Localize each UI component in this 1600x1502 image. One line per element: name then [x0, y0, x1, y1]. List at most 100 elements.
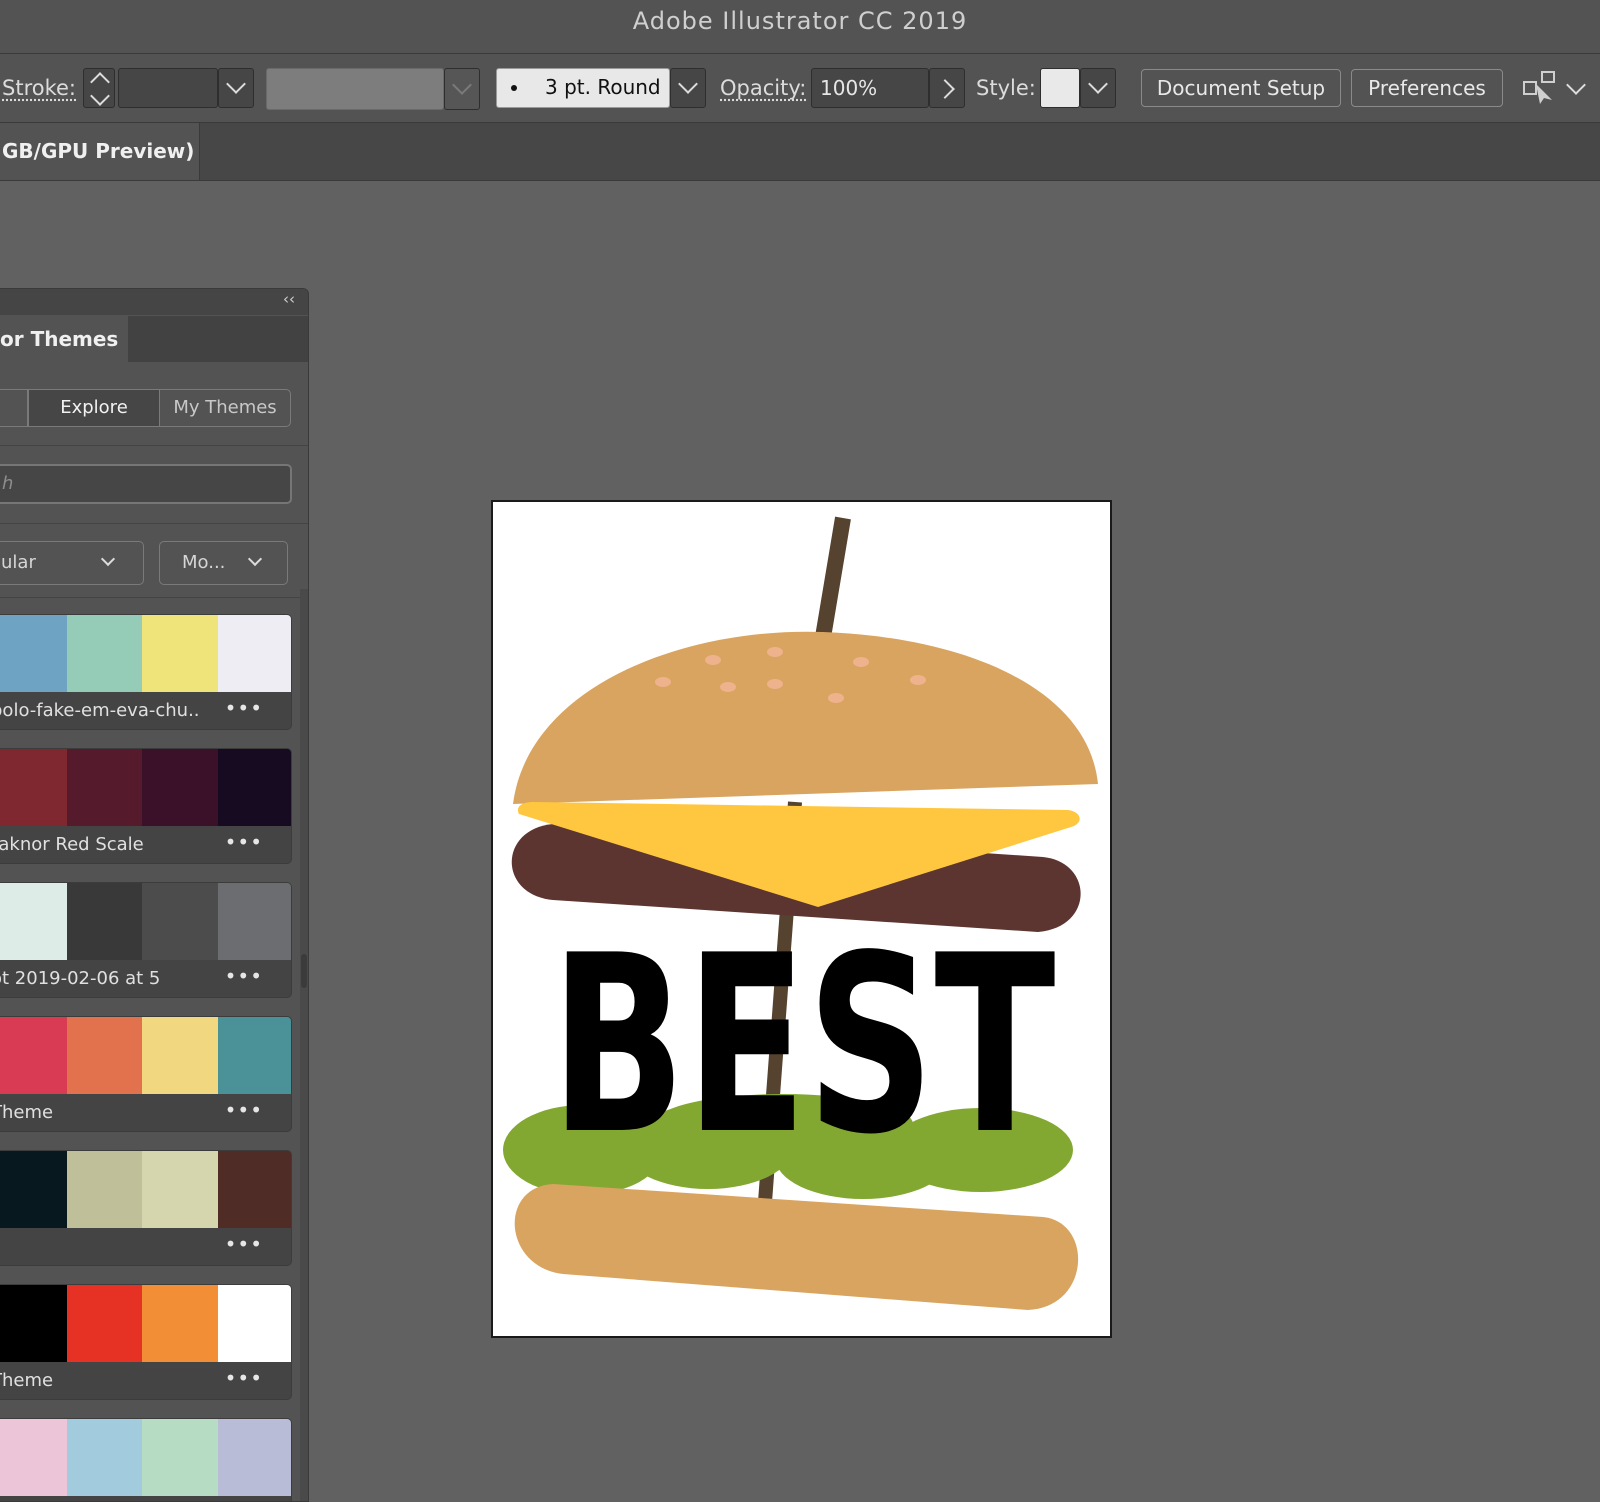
theme-card[interactable]: ot 2019-02-06 at 5 ••• [0, 882, 292, 998]
stroke-label[interactable]: Stroke: [2, 76, 76, 100]
document-tab[interactable]: GB/GPU Preview) [0, 123, 200, 180]
color-swatch[interactable] [66, 1419, 142, 1496]
stroke-width-field[interactable] [118, 68, 218, 108]
preferences-button[interactable]: Preferences [1351, 69, 1503, 107]
artboard[interactable]: BEST [491, 500, 1112, 1338]
color-swatch[interactable] [0, 1419, 67, 1496]
color-themes-panel: ‹‹ or Themes Explore My Themes h ular Mo… [0, 288, 309, 1502]
color-swatch[interactable] [0, 1017, 67, 1094]
more-options-icon[interactable]: ••• [225, 1232, 263, 1256]
theme-card[interactable]: Theme ••• [0, 1284, 292, 1400]
divider [0, 523, 308, 524]
color-swatch[interactable] [217, 615, 291, 692]
theme-card[interactable]: Theme ••• [0, 1016, 292, 1132]
divider [0, 445, 308, 446]
more-options-icon[interactable]: ••• [225, 1366, 263, 1390]
panel-tab-row: or Themes [0, 316, 308, 362]
color-swatch[interactable] [142, 883, 218, 960]
theme-name: Theme [0, 1102, 54, 1123]
theme-card[interactable]: ••• [0, 1418, 292, 1501]
chevron-down-icon [678, 74, 698, 94]
color-swatch[interactable] [0, 1285, 67, 1362]
stroke-stepper[interactable] [83, 68, 115, 108]
segment-explore[interactable]: Explore [28, 389, 160, 427]
theme-card[interactable]: polo-fake-em-eva-chu... ••• [0, 614, 292, 730]
brush-profile-label: 3 pt. Round [545, 75, 661, 99]
time-dropdown[interactable]: Mo... [159, 541, 288, 585]
theme-swatches[interactable] [0, 883, 291, 960]
graphic-style-swatch[interactable] [1040, 68, 1080, 108]
sort-dropdown[interactable]: ular [0, 541, 144, 585]
more-options-icon[interactable]: ••• [225, 830, 263, 854]
theme-name: raknor Red Scale [0, 834, 144, 855]
theme-swatches[interactable] [0, 1151, 291, 1228]
color-swatch[interactable] [217, 1285, 291, 1362]
theme-name: polo-fake-em-eva-chu... [0, 700, 201, 721]
color-swatch[interactable] [0, 749, 67, 826]
color-swatch[interactable] [0, 883, 67, 960]
color-swatch[interactable] [217, 1017, 291, 1094]
variable-width-profile[interactable] [266, 68, 444, 110]
color-swatch[interactable] [0, 1151, 67, 1228]
more-options-icon[interactable]: ••• [225, 696, 263, 720]
color-swatch[interactable] [66, 1285, 142, 1362]
document-setup-button[interactable]: Document Setup [1141, 69, 1341, 107]
theme-card[interactable]: ••• [0, 1150, 292, 1266]
segment-my-themes[interactable]: My Themes [159, 389, 291, 427]
color-swatch[interactable] [142, 1285, 218, 1362]
color-swatch[interactable] [66, 883, 142, 960]
opacity-label[interactable]: Opacity: [720, 76, 806, 100]
color-swatch[interactable] [66, 1017, 142, 1094]
more-options-icon[interactable]: ••• [225, 1098, 263, 1122]
theme-card[interactable]: raknor Red Scale ••• [0, 748, 292, 864]
brush-dropdown[interactable] [670, 68, 706, 108]
chevron-down-icon [452, 75, 472, 95]
color-swatch[interactable] [217, 1419, 291, 1496]
stroke-width-dropdown[interactable] [218, 68, 254, 108]
color-swatch[interactable] [66, 749, 142, 826]
color-swatch[interactable] [217, 749, 291, 826]
scrollbar[interactable] [300, 589, 308, 1501]
document-tab-bar: GB/GPU Preview) [0, 123, 1600, 181]
scrollbar-thumb[interactable] [301, 954, 307, 988]
chevron-right-icon [935, 79, 955, 99]
top-bun[interactable] [513, 631, 1098, 804]
style-dropdown[interactable] [1080, 68, 1116, 108]
bottom-bun[interactable] [514, 1184, 1079, 1310]
control-bar: Stroke: 3 pt. Round Opacity: 100% Style:… [0, 54, 1600, 123]
profile-dropdown[interactable] [444, 68, 480, 110]
color-swatch[interactable] [142, 1017, 218, 1094]
theme-swatches[interactable] [0, 1017, 291, 1094]
color-swatch[interactable] [142, 1419, 218, 1496]
title-bar: Adobe Illustrator CC 2019 [0, 0, 1600, 54]
color-swatch[interactable] [142, 749, 218, 826]
chevron-down-icon[interactable] [1566, 75, 1586, 95]
color-swatch[interactable] [217, 883, 291, 960]
color-swatch[interactable] [142, 615, 218, 692]
theme-swatches[interactable] [0, 1285, 291, 1362]
tab-color-themes[interactable]: or Themes [0, 316, 128, 362]
theme-swatches[interactable] [0, 615, 291, 692]
more-options-icon[interactable]: ••• [225, 964, 263, 988]
theme-name: ot 2019-02-06 at 5 [0, 968, 161, 989]
chevron-down-icon[interactable] [90, 86, 110, 106]
brush-definition[interactable]: 3 pt. Round [496, 68, 670, 108]
best-text[interactable]: BEST [551, 903, 1056, 1188]
theme-swatches[interactable] [0, 1419, 291, 1496]
arrange-documents-icon[interactable] [1522, 70, 1558, 106]
divider [0, 597, 308, 598]
color-swatch[interactable] [217, 1151, 291, 1228]
color-swatch[interactable] [66, 615, 142, 692]
color-swatch[interactable] [0, 615, 67, 692]
brush-dot-icon [511, 85, 517, 91]
opacity-expand[interactable] [929, 68, 965, 108]
time-value: Mo... [182, 552, 226, 573]
color-swatch[interactable] [142, 1151, 218, 1228]
panel-header: ‹‹ [0, 289, 308, 315]
segment-create[interactable] [0, 389, 28, 427]
search-input[interactable]: h [0, 464, 292, 504]
collapse-icon[interactable]: ‹‹ [283, 290, 295, 308]
opacity-field[interactable]: 100% [811, 68, 929, 108]
color-swatch[interactable] [66, 1151, 142, 1228]
theme-swatches[interactable] [0, 749, 291, 826]
